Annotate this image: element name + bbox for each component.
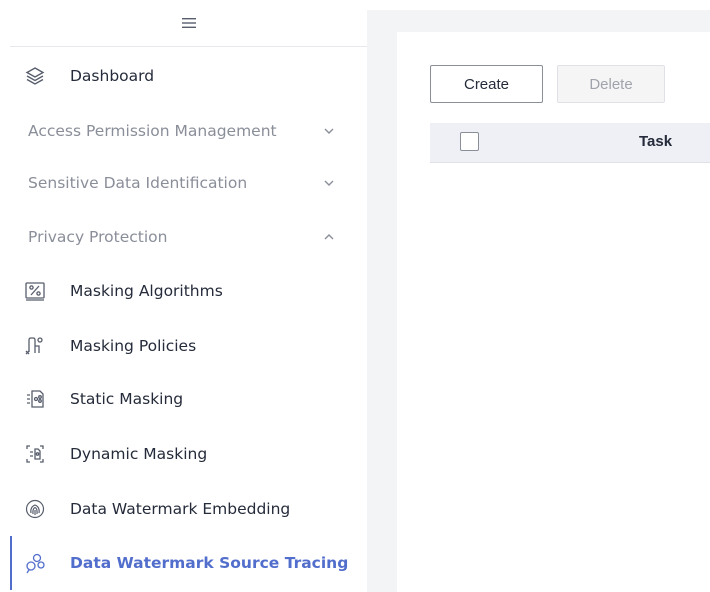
hamburger-menu-icon[interactable]	[181, 17, 196, 29]
column-header-task[interactable]: Task	[639, 133, 672, 150]
sidebar-item-label: Data Watermark Source Tracing	[70, 554, 349, 572]
sidebar-item-masking-algorithms[interactable]: Masking Algorithms	[10, 271, 367, 311]
fingerprint-icon	[24, 498, 46, 520]
sidebar-item-label: Static Masking	[70, 390, 184, 408]
sidebar-group-label: Sensitive Data Identification	[28, 174, 248, 192]
sidebar-item-data-watermark-embedding[interactable]: Data Watermark Embedding	[10, 489, 367, 529]
layers-icon	[24, 65, 46, 87]
chevron-down-icon	[324, 128, 334, 134]
sidebar-item-dashboard[interactable]: Dashboard	[10, 56, 367, 96]
chevron-up-icon	[324, 234, 334, 240]
sidebar-item-label: Masking Algorithms	[70, 282, 223, 300]
source-tracing-icon	[24, 552, 46, 574]
sidebar-group-access-permission[interactable]: Access Permission Management	[10, 111, 367, 151]
sidebar-item-label: Dynamic Masking	[70, 445, 208, 463]
sidebar-group-label: Privacy Protection	[28, 228, 168, 246]
chevron-down-icon	[324, 180, 334, 186]
static-masking-icon	[24, 388, 46, 410]
sidebar-item-masking-policies[interactable]: Masking Policies	[10, 326, 367, 366]
menu-toggle-button[interactable]	[10, 0, 367, 47]
percent-box-icon	[24, 280, 46, 302]
sidebar-group-privacy-protection[interactable]: Privacy Protection	[10, 217, 367, 257]
sidebar-group-label: Access Permission Management	[28, 122, 277, 140]
sidebar-item-label: Data Watermark Embedding	[70, 500, 291, 518]
sidebar: Dashboard Access Permission Management S…	[10, 0, 367, 592]
sidebar-item-data-watermark-source-tracing[interactable]: Data Watermark Source Tracing	[10, 543, 367, 583]
sidebar-item-static-masking[interactable]: Static Masking	[10, 379, 367, 419]
masking-policy-icon	[24, 335, 46, 357]
main-panel	[397, 32, 710, 592]
table-header: Task	[430, 123, 710, 163]
dynamic-masking-icon	[24, 443, 46, 465]
sidebar-item-label: Masking Policies	[70, 337, 197, 355]
delete-button[interactable]: Delete	[557, 65, 665, 103]
sidebar-item-dynamic-masking[interactable]: Dynamic Masking	[10, 434, 367, 474]
sidebar-group-sensitive-data[interactable]: Sensitive Data Identification	[10, 163, 367, 203]
select-all-checkbox[interactable]	[460, 132, 479, 151]
content-top-strip	[367, 0, 710, 10]
create-button[interactable]: Create	[430, 65, 543, 103]
sidebar-item-label: Dashboard	[70, 67, 155, 85]
